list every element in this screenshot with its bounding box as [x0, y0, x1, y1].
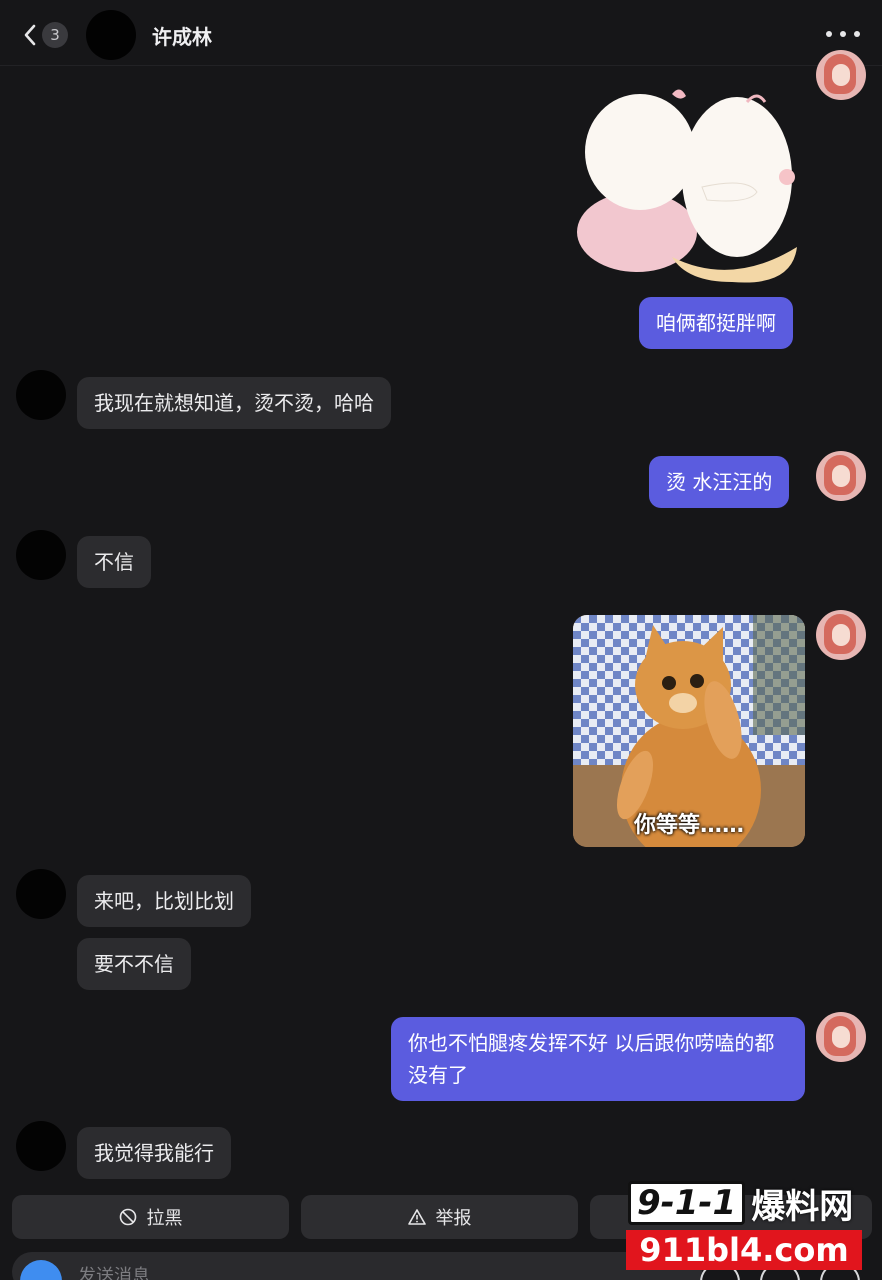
more-dot-icon: [826, 31, 832, 37]
my-avatar[interactable]: [816, 610, 866, 660]
image-caption: 你等等……: [633, 813, 744, 838]
contact-avatar[interactable]: [16, 869, 66, 919]
more-dot-icon: [854, 31, 860, 37]
message-bubble-incoming[interactable]: 要不不信: [77, 938, 191, 990]
message-bubble-incoming[interactable]: 不信: [77, 536, 151, 588]
my-avatar[interactable]: [816, 1012, 866, 1062]
message-bubble-incoming[interactable]: 我现在就想知道，烫不烫，哈哈: [77, 377, 391, 429]
my-avatar[interactable]: [816, 451, 866, 501]
report-label: 举报: [435, 1208, 472, 1229]
watermark-site-name: 爆料网: [751, 1186, 854, 1227]
contact-name[interactable]: 许成林: [152, 21, 212, 50]
message-input-placeholder: 发送消息: [78, 1266, 150, 1280]
watermark-number: 9-1-1: [628, 1181, 746, 1225]
watermark-logo: 9-1-1 爆料网 911bl4.com: [622, 1175, 870, 1275]
unread-count-badge: 3: [42, 22, 68, 48]
watermark-url: 911bl4.com: [626, 1230, 862, 1270]
cat-meme-image[interactable]: 你等等……: [573, 615, 805, 847]
message-bubble-outgoing[interactable]: 咱俩都挺胖啊: [639, 297, 793, 349]
chat-header: 3 许成林: [0, 0, 882, 66]
contact-avatar[interactable]: [16, 1121, 66, 1171]
message-bubble-outgoing[interactable]: 烫 水汪汪的: [649, 456, 790, 508]
back-button[interactable]: 3: [22, 20, 72, 50]
message-bubble-outgoing[interactable]: 你也不怕腿疼发挥不好 以后跟你唠嗑的都没有了: [391, 1017, 805, 1101]
message-bubble-incoming[interactable]: 我觉得我能行: [77, 1127, 231, 1179]
contact-avatar[interactable]: [16, 370, 66, 420]
block-label: 拉黑: [146, 1208, 183, 1229]
report-button[interactable]: 举报: [301, 1195, 578, 1239]
watermark-top: 9-1-1 爆料网: [628, 1181, 854, 1227]
hug-sticker[interactable]: [572, 82, 808, 284]
block-icon: [119, 1208, 136, 1226]
message-bubble-incoming[interactable]: 来吧，比划比划: [77, 875, 251, 927]
contact-avatar[interactable]: [86, 10, 136, 60]
more-options-button[interactable]: [826, 24, 860, 44]
warning-icon: [407, 1209, 426, 1225]
more-dot-icon: [840, 31, 846, 37]
block-button[interactable]: 拉黑: [12, 1195, 289, 1239]
contact-avatar[interactable]: [16, 530, 66, 580]
chevron-left-icon: [24, 24, 36, 46]
my-avatar[interactable]: [816, 50, 866, 100]
